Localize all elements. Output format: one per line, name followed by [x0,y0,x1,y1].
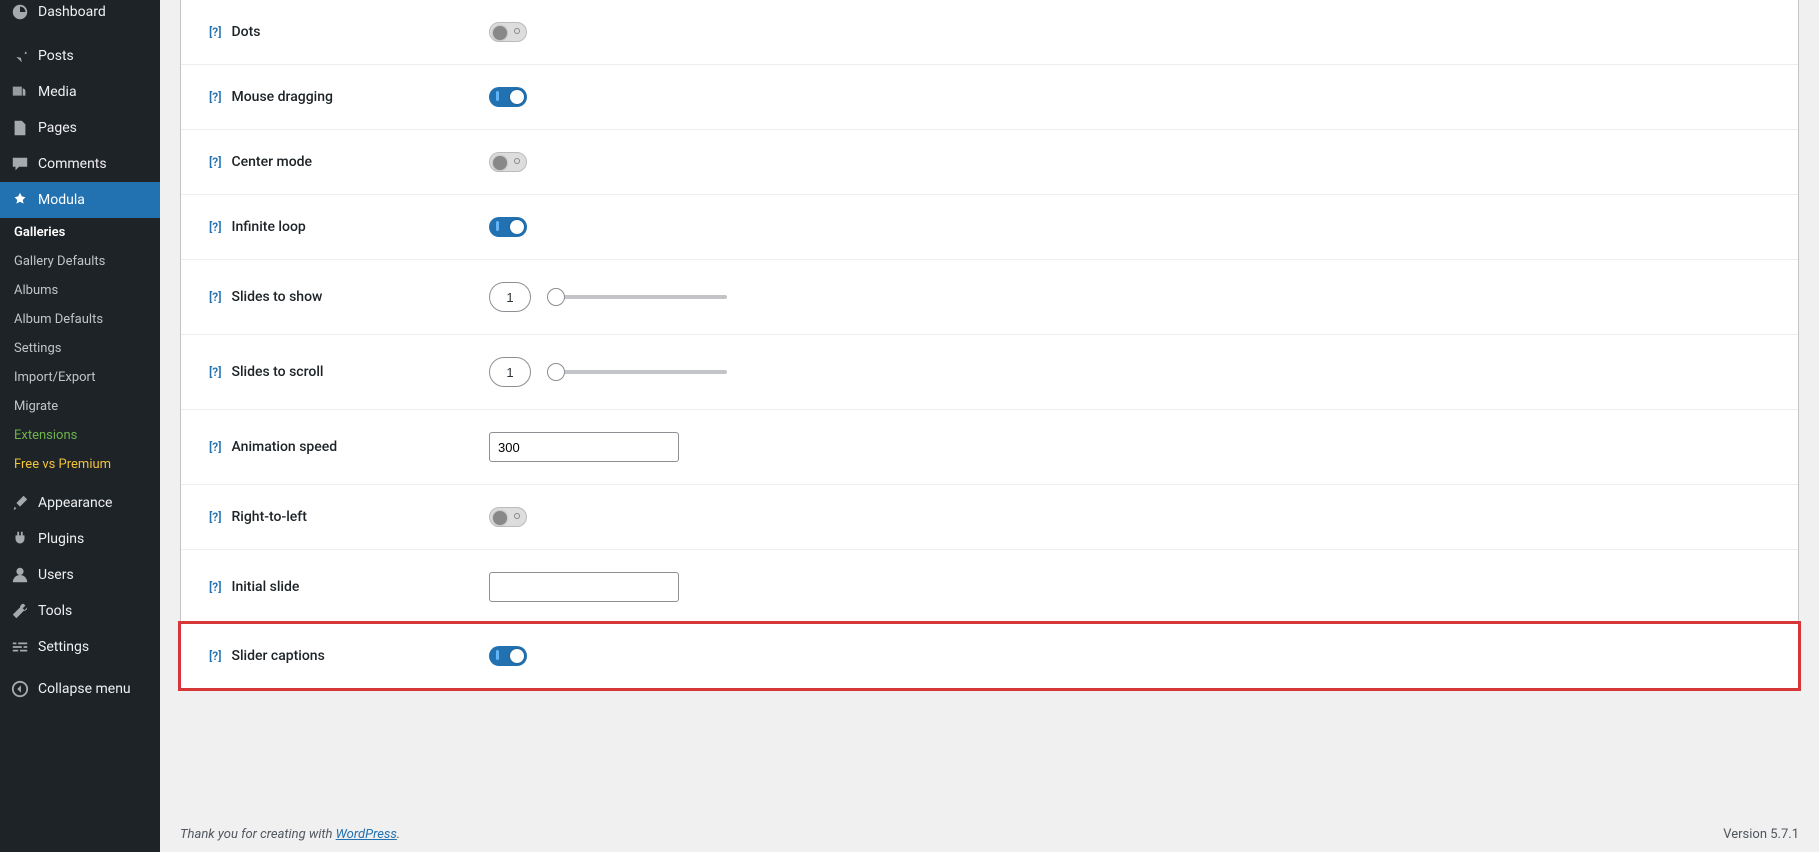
sidebar-item-posts[interactable]: Posts [0,38,160,74]
label-mouse-dragging: Mouse dragging [231,89,332,105]
sidebar-label: Appearance [38,495,112,511]
sliders-icon [10,637,30,657]
collapse-icon [10,679,30,699]
row-initial-slide: [?] Initial slide [181,549,1798,624]
sidebar-label: Comments [38,156,107,172]
toggle-infinite-loop[interactable] [489,217,527,237]
range-slides-to-show[interactable] [547,295,727,299]
sidebar-label: Collapse menu [38,681,131,697]
help-icon[interactable]: [?] [209,649,221,663]
sidebar-label: Media [38,84,77,100]
sidebar-item-settings[interactable]: Settings [0,629,160,665]
help-icon[interactable]: [?] [209,365,221,379]
row-center-mode: [?] Center mode [181,129,1798,194]
plug-icon [10,529,30,549]
footer-period: . [397,827,400,842]
row-mouse-dragging: [?] Mouse dragging [181,64,1798,129]
sidebar-label: Users [38,567,74,583]
sidebar-sub-album-defaults[interactable]: Album Defaults [0,305,160,334]
help-icon[interactable]: [?] [209,440,221,454]
input-animation-speed[interactable] [489,432,679,462]
sidebar-label: Modula [38,192,85,208]
row-dots: [?] Dots [181,0,1798,64]
sidebar-label: Pages [38,120,77,136]
sidebar-sub-gallery-defaults[interactable]: Gallery Defaults [0,247,160,276]
sidebar-sub-albums[interactable]: Albums [0,276,160,305]
sidebar-label: Dashboard [38,4,106,20]
user-icon [10,565,30,585]
label-dots: Dots [231,24,260,40]
help-icon[interactable]: [?] [209,25,221,39]
dashboard-icon [10,2,30,22]
toggle-slider-captions[interactable] [489,646,527,666]
help-icon[interactable]: [?] [209,580,221,594]
row-slider-captions: [?] Slider captions [178,621,1801,691]
admin-footer: Thank you for creating with WordPress. V… [180,809,1799,852]
admin-sidebar: Dashboard Posts Media Pages Comments Mod… [0,0,160,852]
sidebar-sub-settings[interactable]: Settings [0,334,160,363]
input-initial-slide[interactable] [489,572,679,602]
sidebar-item-media[interactable]: Media [0,74,160,110]
input-slides-to-show[interactable] [489,282,531,312]
row-slides-to-scroll: [?] Slides to scroll [181,334,1798,409]
sidebar-label: Posts [38,48,74,64]
label-slides-to-show: Slides to show [231,289,322,305]
sidebar-label: Tools [38,603,72,619]
sidebar-label: Plugins [38,531,84,547]
footer-thanks: Thank you for creating with [180,827,336,842]
help-icon[interactable]: [?] [209,290,221,304]
sidebar-item-users[interactable]: Users [0,557,160,593]
wrench-icon [10,601,30,621]
row-animation-speed: [?] Animation speed [181,409,1798,484]
sidebar-sub-import-export[interactable]: Import/Export [0,363,160,392]
sidebar-label: Settings [38,639,89,655]
input-slides-to-scroll[interactable] [489,357,531,387]
label-infinite-loop: Infinite loop [231,219,305,235]
sidebar-item-pages[interactable]: Pages [0,110,160,146]
sidebar-submenu-modula: Galleries Gallery Defaults Albums Album … [0,218,160,479]
media-icon [10,82,30,102]
brush-icon [10,493,30,513]
sidebar-item-tools[interactable]: Tools [0,593,160,629]
label-center-mode: Center mode [231,154,312,170]
help-icon[interactable]: [?] [209,90,221,104]
sidebar-sub-free-vs-premium[interactable]: Free vs Premium [0,450,160,479]
label-animation-speed: Animation speed [231,439,337,455]
toggle-center-mode[interactable] [489,152,527,172]
row-slides-to-show: [?] Slides to show [181,259,1798,334]
help-icon[interactable]: [?] [209,220,221,234]
help-icon[interactable]: [?] [209,510,221,524]
help-icon[interactable]: [?] [209,155,221,169]
label-slider-captions: Slider captions [231,648,324,664]
footer-wordpress-link[interactable]: WordPress [336,827,397,842]
sidebar-sub-galleries[interactable]: Galleries [0,218,160,247]
toggle-mouse-dragging[interactable] [489,87,527,107]
toggle-rtl[interactable] [489,507,527,527]
toggle-dots[interactable] [489,22,527,42]
sidebar-item-comments[interactable]: Comments [0,146,160,182]
sidebar-item-plugins[interactable]: Plugins [0,521,160,557]
row-rtl: [?] Right-to-left [181,484,1798,549]
footer-version: Version 5.7.1 [1723,827,1799,842]
sidebar-item-modula[interactable]: Modula [0,182,160,218]
label-slides-to-scroll: Slides to scroll [231,364,323,380]
range-slides-to-scroll[interactable] [547,370,727,374]
sidebar-sub-migrate[interactable]: Migrate [0,392,160,421]
page-icon [10,118,30,138]
sidebar-collapse[interactable]: Collapse menu [0,671,160,707]
label-initial-slide: Initial slide [231,579,299,595]
sidebar-item-dashboard[interactable]: Dashboard [0,0,160,32]
modula-icon [10,190,30,210]
comment-icon [10,154,30,174]
label-rtl: Right-to-left [231,509,306,525]
sidebar-sub-extensions[interactable]: Extensions [0,421,160,450]
row-infinite-loop: [?] Infinite loop [181,194,1798,259]
settings-panel: [?] Dots [?] Mouse dragging [?] [180,0,1799,689]
content-area: [?] Dots [?] Mouse dragging [?] [160,0,1819,852]
sidebar-item-appearance[interactable]: Appearance [0,485,160,521]
pin-icon [10,46,30,66]
